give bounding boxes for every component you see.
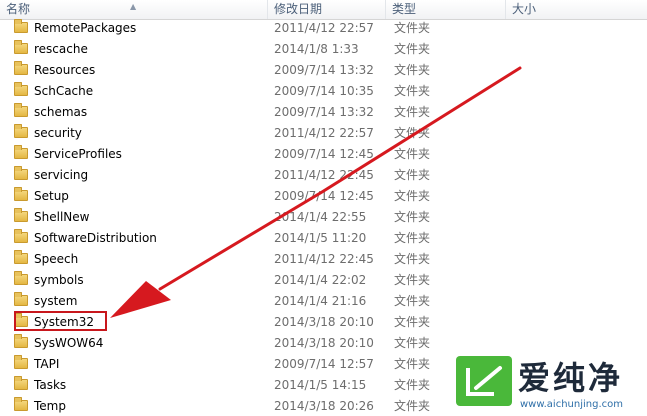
annotation-arrow	[110, 66, 522, 318]
logo-icon	[456, 356, 512, 406]
highlight-box	[14, 311, 107, 331]
logo-url-text: www.aichunjing.com	[520, 399, 623, 410]
logo-brand-text: 爱纯净	[518, 359, 624, 397]
watermark-logo: 爱纯净 www.aichunjing.com	[456, 356, 646, 413]
